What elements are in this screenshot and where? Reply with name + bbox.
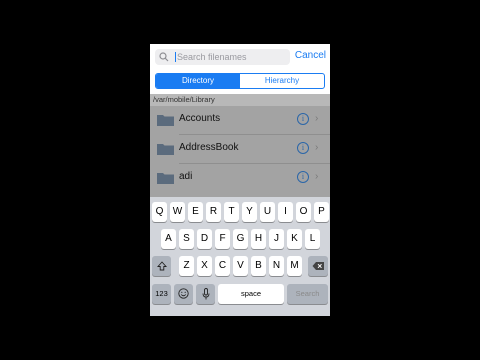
- key-n[interactable]: N: [269, 256, 284, 276]
- backspace-key[interactable]: [308, 256, 328, 276]
- chevron-right-icon: ›: [315, 142, 319, 153]
- key-v[interactable]: V: [233, 256, 248, 276]
- key-z[interactable]: Z: [179, 256, 194, 276]
- search-bar: Cancel: [150, 44, 330, 70]
- search-icon: [159, 52, 169, 62]
- info-icon[interactable]: i: [297, 142, 309, 154]
- emoji-key[interactable]: [174, 284, 193, 304]
- text-cursor: [175, 52, 176, 62]
- app-screen: Cancel Directory Hierarchy /var/mobile/L…: [150, 44, 330, 316]
- key-k[interactable]: K: [287, 229, 302, 249]
- key-g[interactable]: G: [233, 229, 248, 249]
- search-key[interactable]: Search: [287, 284, 328, 304]
- key-r[interactable]: R: [206, 202, 221, 222]
- keyboard: Q W E R T Y U I O P A S D F G H J K L Z …: [150, 197, 330, 316]
- key-l[interactable]: L: [305, 229, 320, 249]
- file-name: adi: [179, 171, 193, 182]
- segment-bar: Directory Hierarchy: [150, 70, 330, 94]
- backspace-icon: [312, 262, 324, 270]
- file-list: /var/mobile/Library Accounts i › Address…: [150, 94, 330, 197]
- info-icon[interactable]: i: [297, 113, 309, 125]
- key-b[interactable]: B: [251, 256, 266, 276]
- info-icon[interactable]: i: [297, 171, 309, 183]
- key-u[interactable]: U: [260, 202, 275, 222]
- list-item[interactable]: Accounts i ›: [150, 106, 330, 134]
- key-s[interactable]: S: [179, 229, 194, 249]
- key-x[interactable]: X: [197, 256, 212, 276]
- current-path: /var/mobile/Library: [150, 94, 330, 106]
- key-h[interactable]: H: [251, 229, 266, 249]
- chevron-right-icon: ›: [315, 171, 319, 182]
- tab-hierarchy[interactable]: Hierarchy: [240, 74, 324, 88]
- cancel-button[interactable]: Cancel: [295, 50, 326, 61]
- list-item[interactable]: adi i ›: [150, 164, 330, 192]
- key-q[interactable]: Q: [152, 202, 167, 222]
- space-key[interactable]: space: [218, 284, 284, 304]
- key-i[interactable]: I: [278, 202, 293, 222]
- folder-icon: [157, 173, 174, 184]
- key-j[interactable]: J: [269, 229, 284, 249]
- key-w[interactable]: W: [170, 202, 185, 222]
- key-t[interactable]: T: [224, 202, 239, 222]
- key-c[interactable]: C: [215, 256, 230, 276]
- view-mode-segmented-control: Directory Hierarchy: [155, 73, 325, 89]
- tab-directory[interactable]: Directory: [156, 74, 240, 88]
- chevron-right-icon: ›: [315, 113, 319, 124]
- search-field[interactable]: [155, 49, 290, 65]
- microphone-key[interactable]: [196, 284, 215, 304]
- key-f[interactable]: F: [215, 229, 230, 249]
- file-name: Accounts: [179, 113, 221, 124]
- numbers-key[interactable]: 123: [152, 284, 171, 304]
- key-m[interactable]: M: [287, 256, 302, 276]
- key-d[interactable]: D: [197, 229, 212, 249]
- key-p[interactable]: P: [314, 202, 329, 222]
- file-name: AddressBook: [179, 142, 239, 153]
- emoji-icon: [178, 288, 189, 299]
- microphone-icon: [202, 288, 209, 300]
- key-y[interactable]: Y: [242, 202, 257, 222]
- folder-icon: [157, 144, 174, 155]
- search-input[interactable]: [177, 49, 287, 65]
- key-o[interactable]: O: [296, 202, 311, 222]
- key-a[interactable]: A: [161, 229, 176, 249]
- shift-key[interactable]: [152, 256, 171, 276]
- list-item[interactable]: AddressBook i ›: [150, 135, 330, 163]
- shift-arrow-icon: [156, 261, 167, 271]
- key-e[interactable]: E: [188, 202, 203, 222]
- folder-icon: [157, 115, 174, 126]
